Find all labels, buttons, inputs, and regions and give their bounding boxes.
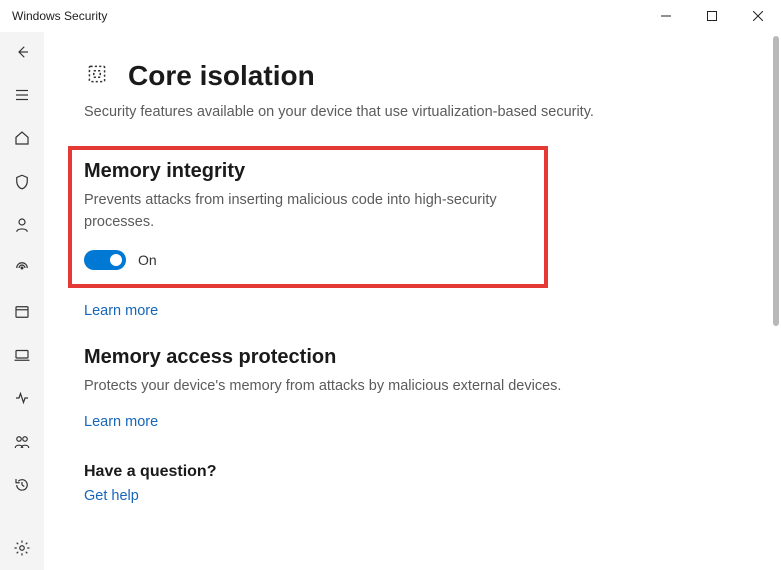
memory-integrity-toggle-label: On — [138, 252, 157, 268]
scrollbar-thumb[interactable] — [773, 36, 779, 326]
memory-access-title: Memory access protection — [84, 346, 644, 369]
firewall-icon[interactable] — [2, 257, 42, 280]
settings-icon[interactable] — [2, 537, 42, 560]
maximize-button[interactable] — [689, 0, 735, 32]
app-browser-icon[interactable] — [2, 300, 42, 323]
page-title: Core isolation — [128, 60, 315, 92]
memory-integrity-toggle[interactable] — [84, 250, 126, 270]
close-button[interactable] — [735, 0, 781, 32]
chip-icon — [84, 61, 110, 92]
window-title: Windows Security — [12, 9, 107, 23]
memory-integrity-title: Memory integrity — [84, 160, 532, 183]
page-subtitle: Security features available on your devi… — [84, 102, 644, 124]
history-icon[interactable] — [2, 473, 42, 496]
main-content: Core isolation Security features availab… — [44, 32, 781, 570]
title-bar: Windows Security — [0, 0, 781, 32]
account-icon[interactable] — [2, 213, 42, 236]
sidebar — [0, 32, 44, 570]
help-question: Have a question? — [84, 463, 741, 481]
performance-icon[interactable] — [2, 387, 42, 410]
memory-access-learn-more-link[interactable]: Learn more — [84, 414, 158, 430]
menu-button[interactable] — [2, 83, 42, 106]
scrollbar-track[interactable] — [773, 36, 779, 564]
memory-integrity-desc: Prevents attacks from inserting maliciou… — [84, 189, 532, 234]
family-icon[interactable] — [2, 430, 42, 453]
shield-icon[interactable] — [2, 170, 42, 193]
minimize-button[interactable] — [643, 0, 689, 32]
get-help-link[interactable]: Get help — [84, 488, 139, 504]
device-security-icon[interactable] — [2, 343, 42, 366]
back-button[interactable] — [2, 40, 42, 63]
home-icon[interactable] — [2, 127, 42, 150]
memory-integrity-highlight: Memory integrity Prevents attacks from i… — [68, 146, 548, 288]
window-controls — [643, 0, 781, 32]
memory-integrity-learn-more-link[interactable]: Learn more — [84, 303, 158, 319]
memory-access-desc: Protects your device's memory from attac… — [84, 375, 644, 397]
